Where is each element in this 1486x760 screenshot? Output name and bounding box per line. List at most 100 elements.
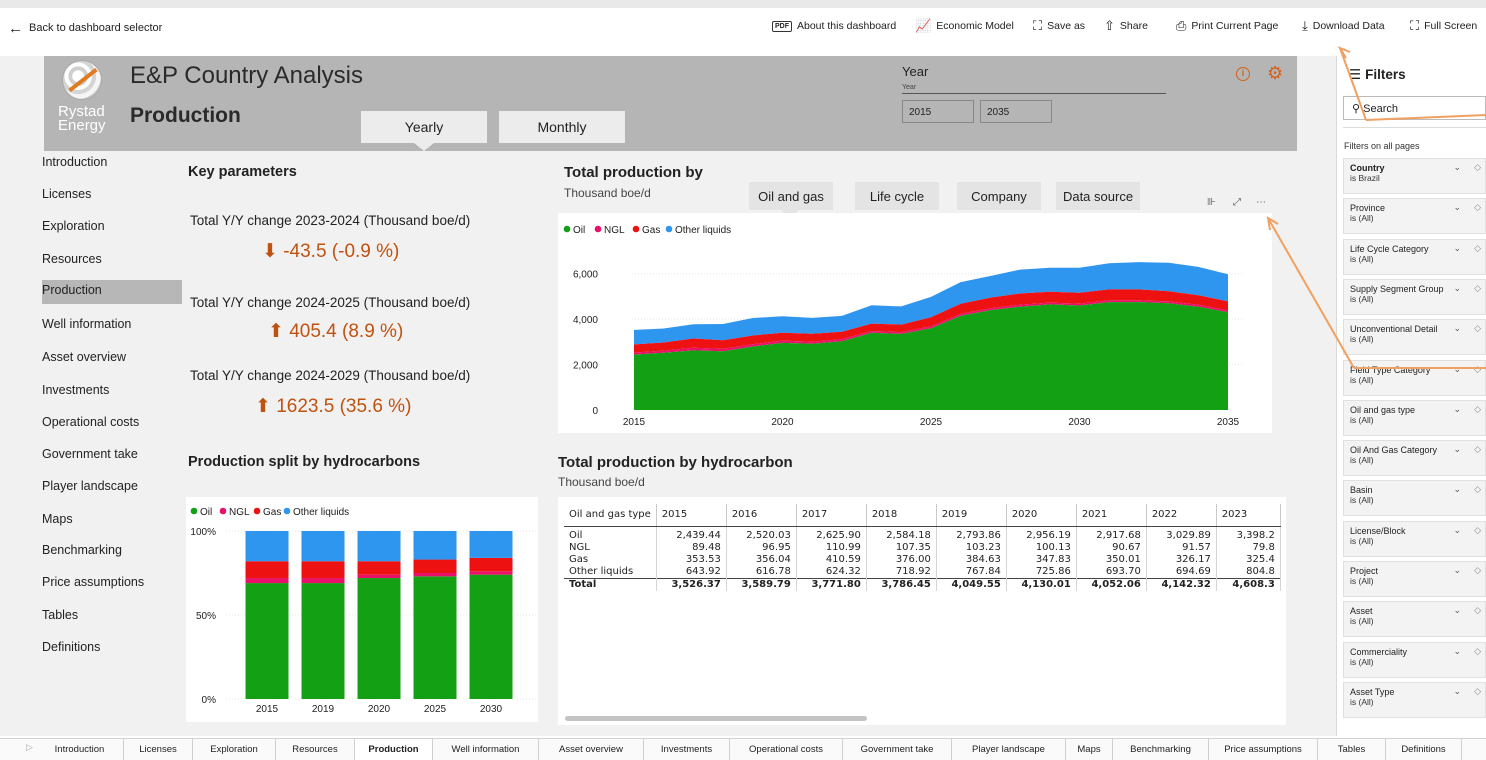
table-horizontal-scrollbar[interactable] (565, 716, 867, 721)
bar-segment-gas[interactable] (469, 557, 513, 572)
chevron-down-icon[interactable]: ⌄ (1453, 565, 1461, 576)
page-tab-tables[interactable]: Tables (1318, 739, 1386, 760)
nav-item-price-assumptions[interactable]: Price assumptions (42, 572, 182, 596)
chevron-down-icon[interactable]: ⌄ (1453, 444, 1461, 455)
filter-card[interactable]: Asset Type is (All) ⌄ ◇ (1343, 681, 1486, 718)
filter-card[interactable]: Project is (All) ⌄ ◇ (1343, 561, 1486, 597)
nav-item-government-take[interactable]: Government take (42, 444, 182, 468)
clear-filter-icon[interactable]: ◇ (1474, 565, 1481, 576)
save-as-button[interactable]: ⛶ Save as (1033, 19, 1085, 32)
segment-company[interactable]: Company (957, 182, 1041, 210)
bar-segment-oil[interactable] (357, 578, 401, 699)
nav-item-exploration[interactable]: Exploration (42, 216, 182, 240)
nav-item-maps[interactable]: Maps (42, 509, 182, 533)
table-header-cell[interactable]: 2020 (1006, 504, 1077, 527)
download-data-button[interactable]: ⤓ Download Data (1302, 19, 1385, 32)
table-header-cell[interactable]: 2019 (936, 504, 1007, 527)
table-header-cell[interactable]: Oil and gas type (564, 504, 657, 527)
page-tab-well-information[interactable]: Well information (433, 739, 539, 760)
clear-filter-icon[interactable]: ◇ (1474, 646, 1481, 657)
legend-label[interactable]: NGL (604, 225, 625, 236)
nav-item-licenses[interactable]: Licenses (42, 184, 182, 208)
chevron-down-icon[interactable]: ⌄ (1453, 404, 1461, 415)
year-start-input[interactable]: 2015 (902, 100, 974, 123)
chevron-down-icon[interactable]: ⌄ (1453, 686, 1461, 697)
table-header-cell[interactable]: 2015 (656, 504, 727, 527)
about-dashboard-button[interactable]: PDF About this dashboard (772, 20, 896, 32)
page-tab-licenses[interactable]: Licenses (124, 739, 193, 760)
drill-icon[interactable]: ⊪ (1207, 197, 1216, 208)
table-header-cell[interactable]: 2016 (726, 504, 797, 527)
table-header-cell[interactable]: 2018 (866, 504, 937, 527)
chevron-down-icon[interactable]: ⌄ (1453, 484, 1461, 495)
more-options-icon[interactable]: ⋯ (1256, 197, 1266, 208)
bar-segment-ngl[interactable] (413, 573, 457, 577)
clear-filter-icon[interactable]: ◇ (1474, 484, 1481, 495)
bar-segment-other-liquids[interactable] (357, 531, 401, 562)
segment-life-cycle[interactable]: Life cycle (855, 182, 939, 210)
filter-card[interactable]: Asset is (All) ⌄ ◇ (1343, 601, 1486, 638)
filter-card[interactable]: Oil and gas type is (All) ⌄ ◇ (1343, 399, 1486, 436)
bar-segment-gas[interactable] (301, 561, 345, 579)
nav-item-investments[interactable]: Investments (42, 380, 182, 404)
nav-item-benchmarking[interactable]: Benchmarking (42, 540, 182, 564)
table-header-cell[interactable]: 2023 (1216, 504, 1281, 527)
bar-segment-oil[interactable] (413, 576, 457, 699)
clear-filter-icon[interactable]: ◇ (1474, 283, 1481, 294)
page-tab-price-assumptions[interactable]: Price assumptions (1209, 739, 1318, 760)
full-screen-button[interactable]: ⛶ Full Screen (1410, 19, 1477, 32)
bar-segment-other-liquids[interactable] (413, 531, 457, 560)
info-icon[interactable]: i (1236, 67, 1250, 81)
bar-segment-ngl[interactable] (301, 578, 345, 584)
share-button[interactable]: ⇧ Share (1104, 19, 1148, 32)
legend-label[interactable]: NGL (229, 507, 250, 518)
nav-item-operational-costs[interactable]: Operational costs (42, 412, 182, 436)
clear-filter-icon[interactable]: ◇ (1474, 202, 1481, 213)
table-header-cell[interactable]: 2017 (796, 504, 867, 527)
bar-segment-other-liquids[interactable] (245, 531, 289, 562)
legend-label[interactable]: Other liquids (293, 507, 349, 518)
filter-card[interactable]: Country is Brazil ⌄ ◇ (1343, 158, 1486, 194)
page-tab-operational-costs[interactable]: Operational costs (730, 739, 843, 760)
bar-segment-gas[interactable] (357, 561, 401, 575)
bar-segment-gas[interactable] (245, 561, 289, 579)
back-button[interactable]: ← Back to dashboard selector (8, 21, 162, 36)
chevron-down-icon[interactable]: ⌄ (1453, 646, 1461, 657)
legend-label[interactable]: Gas (642, 225, 660, 236)
clear-filter-icon[interactable]: ◇ (1474, 444, 1481, 455)
gear-icon[interactable]: ⚙ (1267, 63, 1283, 84)
chevron-down-icon[interactable]: ⌄ (1453, 605, 1461, 616)
chevron-down-icon[interactable]: ⌄ (1453, 243, 1461, 254)
bar-segment-ngl[interactable] (469, 571, 513, 575)
filter-card[interactable]: Oil And Gas Category is (All) ⌄ ◇ (1343, 440, 1486, 477)
page-tab-definitions[interactable]: Definitions (1386, 739, 1462, 760)
chevron-down-icon[interactable]: ⌄ (1453, 323, 1461, 334)
filter-card[interactable]: Basin is (All) ⌄ ◇ (1343, 480, 1486, 517)
nav-item-tables[interactable]: Tables (42, 605, 182, 629)
tab-monthly[interactable]: Monthly (499, 111, 625, 143)
page-tab-resources[interactable]: Resources (276, 739, 355, 760)
chevron-down-icon[interactable]: ⌄ (1453, 525, 1461, 536)
page-tab-benchmarking[interactable]: Benchmarking (1113, 739, 1209, 760)
chevron-down-icon[interactable]: ⌄ (1453, 162, 1461, 173)
filter-card[interactable]: Commerciality is (All) ⌄ ◇ (1343, 641, 1486, 678)
clear-filter-icon[interactable]: ◇ (1474, 323, 1481, 334)
chevron-down-icon[interactable]: ⌄ (1453, 364, 1461, 375)
focus-mode-icon[interactable]: ⤢ (1233, 197, 1241, 208)
clear-filter-icon[interactable]: ◇ (1474, 364, 1481, 375)
bar-segment-gas[interactable] (413, 559, 457, 573)
bar-segment-oil[interactable] (245, 583, 289, 699)
page-tab-production[interactable]: Production (355, 739, 433, 760)
bar-segment-oil[interactable] (469, 574, 513, 699)
bar-segment-ngl[interactable] (245, 578, 289, 584)
page-tab-exploration[interactable]: Exploration (193, 739, 276, 760)
year-end-input[interactable]: 2035 (980, 100, 1052, 123)
nav-item-player-landscape[interactable]: Player landscape (42, 476, 182, 500)
nav-item-resources[interactable]: Resources (42, 249, 182, 273)
tab-scroll-left-icon[interactable]: ▷ (26, 742, 33, 753)
economic-model-button[interactable]: 📈 Economic Model (915, 19, 1014, 32)
table-header-cell[interactable]: 2021 (1076, 504, 1147, 527)
filter-card[interactable]: Life Cycle Category is (All) ⌄ ◇ (1343, 238, 1486, 275)
legend-label[interactable]: Gas (263, 507, 281, 518)
page-tab-maps[interactable]: Maps (1066, 739, 1113, 760)
